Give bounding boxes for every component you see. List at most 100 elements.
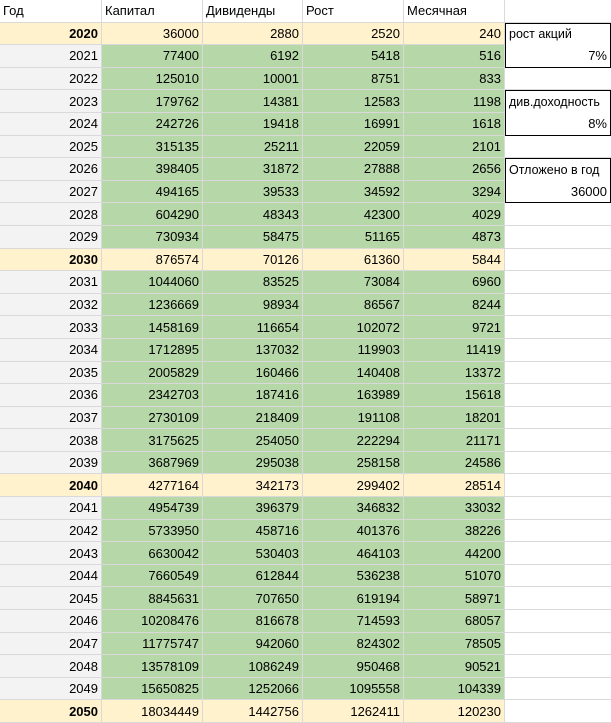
cell-dividends[interactable]: 58475: [203, 225, 303, 249]
cell-capital[interactable]: 730934: [102, 225, 203, 249]
row-year-cell[interactable]: 2029: [0, 225, 102, 249]
cell-growth[interactable]: 950468: [303, 655, 404, 678]
cell-dividends[interactable]: 218409: [203, 406, 303, 430]
empty-cell[interactable]: [505, 248, 611, 272]
cell-dividends[interactable]: 19418: [203, 112, 303, 136]
cell-capital[interactable]: 15650825: [102, 677, 203, 701]
cell-capital[interactable]: 4277164: [102, 474, 203, 498]
row-year-cell[interactable]: 2049: [0, 677, 102, 701]
cell-growth[interactable]: 34592: [303, 180, 404, 204]
cell-monthly[interactable]: 4029: [404, 203, 505, 226]
cell-growth[interactable]: 619194: [303, 587, 404, 611]
cell-dividends[interactable]: 137032: [203, 338, 303, 362]
cell-dividends[interactable]: 396379: [203, 497, 303, 520]
cell-growth[interactable]: 27888: [303, 158, 404, 181]
cell-monthly[interactable]: 2101: [404, 135, 505, 159]
cell-monthly[interactable]: 13372: [404, 361, 505, 385]
cell-dividends[interactable]: 707650: [203, 587, 303, 611]
cell-growth[interactable]: 140408: [303, 361, 404, 385]
row-year-cell[interactable]: 2048: [0, 655, 102, 678]
cell-growth[interactable]: 86567: [303, 293, 404, 317]
cell-monthly[interactable]: 4873: [404, 225, 505, 249]
cell-dividends[interactable]: 83525: [203, 271, 303, 294]
cell-growth[interactable]: 401376: [303, 519, 404, 543]
cell-growth[interactable]: 22059: [303, 135, 404, 159]
cell-dividends[interactable]: 10001: [203, 67, 303, 91]
cell-capital[interactable]: 2005829: [102, 361, 203, 385]
cell-dividends[interactable]: 6192: [203, 45, 303, 68]
empty-cell[interactable]: [505, 497, 611, 520]
cell-growth[interactable]: 61360: [303, 248, 404, 272]
cell-monthly[interactable]: 3294: [404, 180, 505, 204]
cell-capital[interactable]: 604290: [102, 203, 203, 226]
cell-capital[interactable]: 1236669: [102, 293, 203, 317]
empty-cell[interactable]: [505, 700, 611, 723]
header-cell-year[interactable]: Год: [0, 0, 102, 23]
cell-growth[interactable]: 536238: [303, 564, 404, 588]
cell-capital[interactable]: 179762: [102, 90, 203, 113]
cell-monthly[interactable]: 78505: [404, 632, 505, 656]
cell-growth[interactable]: 5418: [303, 45, 404, 68]
cell-dividends[interactable]: 48343: [203, 203, 303, 226]
cell-capital[interactable]: 6630042: [102, 542, 203, 565]
cell-capital[interactable]: 18034449: [102, 700, 203, 723]
cell-dividends[interactable]: 816678: [203, 610, 303, 633]
empty-cell[interactable]: [505, 316, 611, 339]
cell-capital[interactable]: 398405: [102, 158, 203, 181]
cell-growth[interactable]: 1262411: [303, 700, 404, 723]
cell-capital[interactable]: 1044060: [102, 271, 203, 294]
row-year-cell[interactable]: 2026: [0, 158, 102, 181]
param-value[interactable]: 7%: [505, 45, 611, 68]
cell-dividends[interactable]: 1442756: [203, 700, 303, 723]
cell-capital[interactable]: 77400: [102, 45, 203, 68]
row-year-cell[interactable]: 2041: [0, 497, 102, 520]
cell-monthly[interactable]: 240: [404, 22, 505, 46]
row-year-cell[interactable]: 2040: [0, 474, 102, 498]
cell-monthly[interactable]: 33032: [404, 497, 505, 520]
cell-monthly[interactable]: 90521: [404, 655, 505, 678]
row-year-cell[interactable]: 2038: [0, 429, 102, 452]
cell-dividends[interactable]: 342173: [203, 474, 303, 498]
cell-monthly[interactable]: 68057: [404, 610, 505, 633]
row-year-cell[interactable]: 2022: [0, 67, 102, 91]
empty-cell[interactable]: [505, 587, 611, 611]
cell-dividends[interactable]: 530403: [203, 542, 303, 565]
cell-dividends[interactable]: 295038: [203, 451, 303, 475]
param-label[interactable]: Отложено в год: [505, 158, 611, 181]
cell-monthly[interactable]: 28514: [404, 474, 505, 498]
cell-dividends[interactable]: 14381: [203, 90, 303, 113]
empty-cell[interactable]: [505, 632, 611, 656]
row-year-cell[interactable]: 2031: [0, 271, 102, 294]
row-year-cell[interactable]: 2047: [0, 632, 102, 656]
row-year-cell[interactable]: 2024: [0, 112, 102, 136]
empty-cell[interactable]: [505, 429, 611, 452]
param-value[interactable]: 36000: [505, 180, 611, 204]
empty-cell[interactable]: [505, 271, 611, 294]
cell-dividends[interactable]: 116654: [203, 316, 303, 339]
cell-monthly[interactable]: 120230: [404, 700, 505, 723]
row-year-cell[interactable]: 2034: [0, 338, 102, 362]
empty-cell[interactable]: [505, 203, 611, 226]
cell-growth[interactable]: 191108: [303, 406, 404, 430]
cell-monthly[interactable]: 18201: [404, 406, 505, 430]
row-year-cell[interactable]: 2039: [0, 451, 102, 475]
cell-monthly[interactable]: 51070: [404, 564, 505, 588]
empty-cell[interactable]: [505, 338, 611, 362]
cell-growth[interactable]: 16991: [303, 112, 404, 136]
cell-monthly[interactable]: 21171: [404, 429, 505, 452]
empty-cell[interactable]: [505, 564, 611, 588]
empty-cell[interactable]: [505, 474, 611, 498]
empty-cell[interactable]: [505, 0, 611, 23]
header-cell-dividends[interactable]: Дивиденды: [203, 0, 303, 23]
param-value[interactable]: 8%: [505, 112, 611, 136]
cell-monthly[interactable]: 104339: [404, 677, 505, 701]
cell-dividends[interactable]: 254050: [203, 429, 303, 452]
row-year-cell[interactable]: 2030: [0, 248, 102, 272]
cell-dividends[interactable]: 160466: [203, 361, 303, 385]
cell-capital[interactable]: 8845631: [102, 587, 203, 611]
cell-monthly[interactable]: 38226: [404, 519, 505, 543]
cell-dividends[interactable]: 942060: [203, 632, 303, 656]
cell-monthly[interactable]: 6960: [404, 271, 505, 294]
cell-monthly[interactable]: 1198: [404, 90, 505, 113]
cell-dividends[interactable]: 1086249: [203, 655, 303, 678]
